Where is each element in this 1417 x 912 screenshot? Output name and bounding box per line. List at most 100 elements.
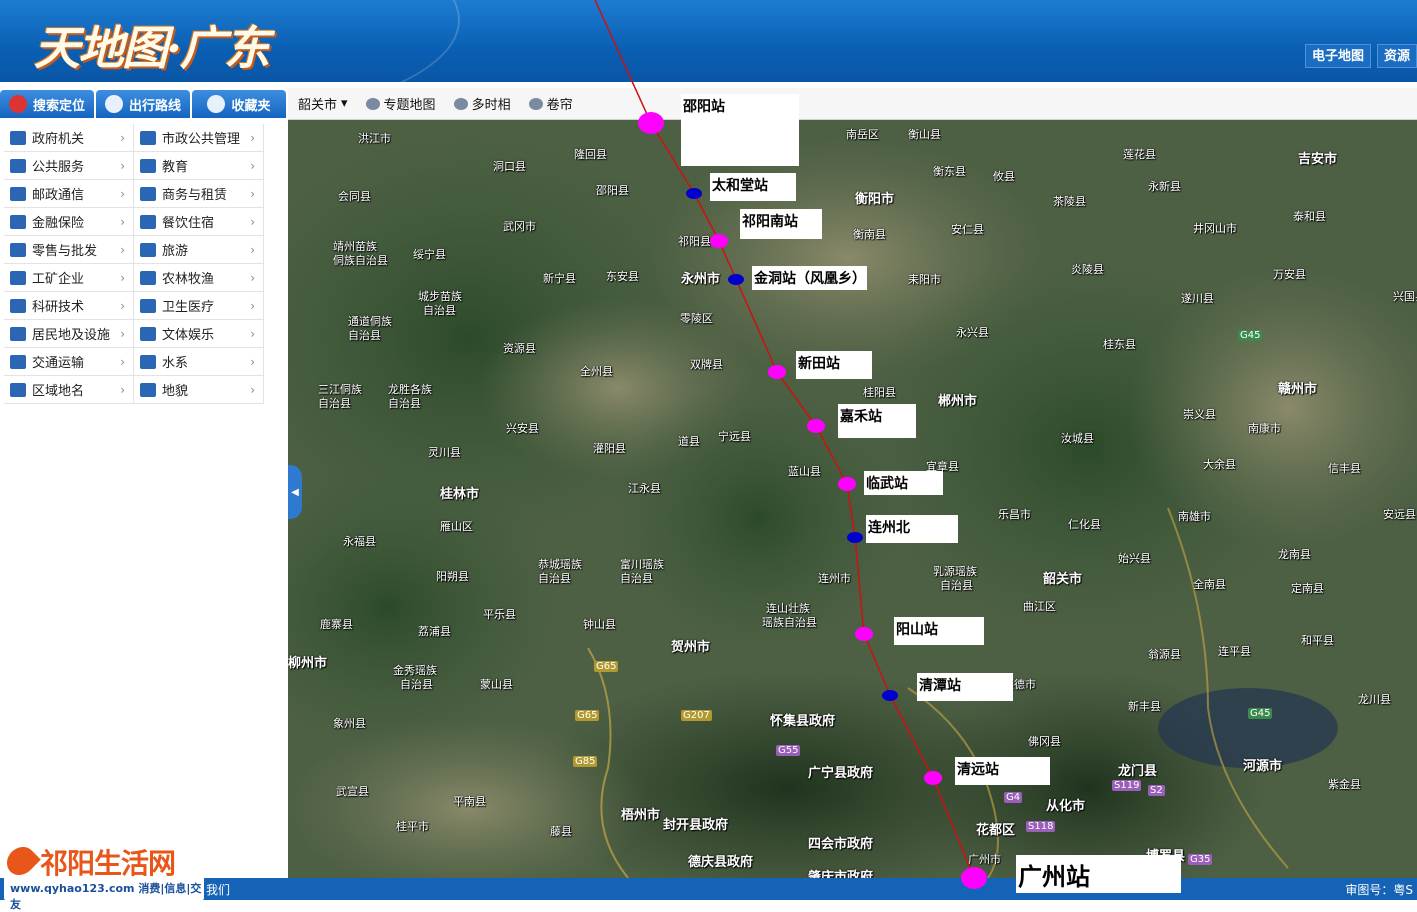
station-marker[interactable]	[768, 365, 786, 379]
city-selector[interactable]: 韶关市 ▾	[298, 94, 348, 113]
category-label: 政府机关	[32, 132, 85, 147]
map-place-label: 南岳区	[846, 128, 879, 141]
map-place-label: 会同县	[338, 190, 371, 203]
category-item[interactable]: 区域地名 ›	[4, 376, 134, 403]
chevron-down-icon: ▾	[341, 96, 348, 111]
category-label: 交通运输	[32, 356, 85, 371]
map-place-label: 宁远县	[718, 430, 751, 443]
category-label: 水系	[162, 356, 189, 371]
nav-resources[interactable]: 资源	[1376, 44, 1417, 68]
category-item[interactable]: 公共服务 ›	[4, 152, 134, 179]
category-item[interactable]: 零售与批发 ›	[4, 236, 134, 263]
station-label: 新田站	[796, 351, 872, 379]
category-item[interactable]: 水系 ›	[134, 348, 264, 375]
category-item[interactable]: 餐饮住宿 ›	[134, 208, 264, 235]
curtain-button[interactable]: 卷帘	[528, 94, 573, 113]
map-place-label: 永福县	[343, 535, 376, 548]
category-item[interactable]: 市政公共管理 ›	[134, 124, 264, 151]
station-label: 嘉禾站	[838, 404, 916, 438]
map-place-label: 万安县	[1273, 268, 1306, 281]
category-row: 科研技术 › 卫生医疗 ›	[4, 292, 264, 320]
map-place-label: 安仁县	[951, 223, 984, 236]
map-place-label: 武冈市	[503, 220, 536, 233]
nav-electronic-map[interactable]: 电子地图	[1304, 44, 1371, 68]
category-item[interactable]: 工矿企业 ›	[4, 264, 134, 291]
app-logo: 天地图·广东	[34, 21, 270, 75]
category-icon	[10, 326, 26, 341]
collapse-panel-button[interactable]: ◀	[288, 465, 302, 519]
highway-shield: G85	[573, 756, 598, 767]
map-place-label: 龙南县	[1278, 548, 1311, 561]
map-place-label: 洪江市	[358, 132, 391, 145]
category-item[interactable]: 邮政通信 ›	[4, 180, 134, 207]
brand-url: www.qyhao123.com 消费|信息|交友	[10, 882, 202, 911]
map-place-label: 邵阳县	[596, 184, 629, 197]
category-item[interactable]: 地貌 ›	[134, 376, 264, 403]
station-marker[interactable]	[638, 112, 664, 134]
category-label: 工矿企业	[32, 272, 85, 287]
map-place-label: 永新县	[1148, 180, 1181, 193]
category-label: 教育	[162, 160, 189, 175]
multi-temporal-button[interactable]: 多时相	[453, 94, 511, 113]
category-item[interactable]: 居民地及设施 ›	[4, 320, 134, 347]
station-marker[interactable]	[838, 477, 856, 491]
map-place-label: 德庆县政府	[688, 855, 754, 870]
tab-route[interactable]: 出行路线	[96, 90, 190, 118]
category-label: 科研技术	[32, 300, 85, 315]
station-marker[interactable]	[847, 531, 863, 543]
map-place-label: 龙川县	[1358, 693, 1391, 706]
category-item[interactable]: 商务与租赁 ›	[134, 180, 264, 207]
map-place-label: 连州市	[818, 572, 851, 585]
tab-favorites[interactable]: 收藏夹	[192, 90, 286, 118]
map-place-label: 绥宁县	[413, 248, 446, 261]
category-item[interactable]: 政府机关 ›	[4, 124, 134, 151]
theme-map-label: 专题地图	[383, 98, 436, 113]
map-place-label: 自治县	[538, 572, 571, 585]
map-place-label: 封开县政府	[663, 818, 729, 833]
theme-map-button[interactable]: 专题地图	[365, 94, 436, 113]
map-place-label: 鹿寨县	[320, 618, 353, 631]
chevron-right-icon: ›	[120, 270, 125, 285]
station-marker[interactable]	[807, 419, 825, 433]
watermark-logo: 祁阳生活网 www.qyhao123.com 消费|信息|交友	[1, 841, 204, 911]
map-place-label: 信丰县	[1328, 462, 1361, 475]
map-place-label: 洞口县	[493, 160, 526, 173]
category-label: 文体娱乐	[162, 328, 215, 343]
category-row: 公共服务 › 教育 ›	[4, 152, 264, 180]
map-place-label: 侗族自治县	[333, 254, 388, 267]
category-item[interactable]: 文体娱乐 ›	[134, 320, 264, 347]
category-item[interactable]: 科研技术 ›	[4, 292, 134, 319]
highway-shield: S119	[1112, 780, 1142, 791]
category-item[interactable]: 农林牧渔 ›	[134, 264, 264, 291]
map-place-label: 平乐县	[483, 608, 516, 621]
category-item[interactable]: 交通运输 ›	[4, 348, 134, 375]
category-item[interactable]: 金融保险 ›	[4, 208, 134, 235]
chevron-right-icon: ›	[120, 382, 125, 397]
tab-search[interactable]: 搜索定位	[0, 90, 94, 118]
category-item[interactable]: 旅游 ›	[134, 236, 264, 263]
station-label: 临武站	[864, 471, 943, 495]
station-marker[interactable]	[710, 234, 728, 248]
category-icon	[140, 214, 156, 229]
people-icon	[365, 97, 380, 110]
category-icon	[140, 354, 156, 369]
category-row: 区域地名 › 地貌 ›	[4, 376, 264, 404]
city-selector-label: 韶关市	[298, 98, 338, 113]
station-marker[interactable]	[924, 771, 942, 785]
map-place-label: 自治县	[318, 397, 351, 410]
layers-icon	[453, 97, 468, 110]
map-place-label: 武宣县	[336, 785, 369, 798]
station-marker[interactable]	[686, 187, 702, 199]
category-label: 邮政通信	[32, 188, 85, 203]
category-item[interactable]: 教育 ›	[134, 152, 264, 179]
category-item[interactable]: 卫生医疗 ›	[134, 292, 264, 319]
map-place-label: 从化市	[1046, 799, 1086, 814]
station-marker[interactable]	[728, 273, 744, 285]
map-place-label: 新宁县	[543, 272, 576, 285]
category-label: 商务与租赁	[162, 188, 228, 203]
map-place-label: 定南县	[1291, 582, 1324, 595]
station-label: 太和堂站	[710, 173, 796, 201]
station-marker[interactable]	[855, 627, 873, 641]
station-marker[interactable]	[882, 689, 898, 701]
station-marker[interactable]	[961, 867, 987, 889]
